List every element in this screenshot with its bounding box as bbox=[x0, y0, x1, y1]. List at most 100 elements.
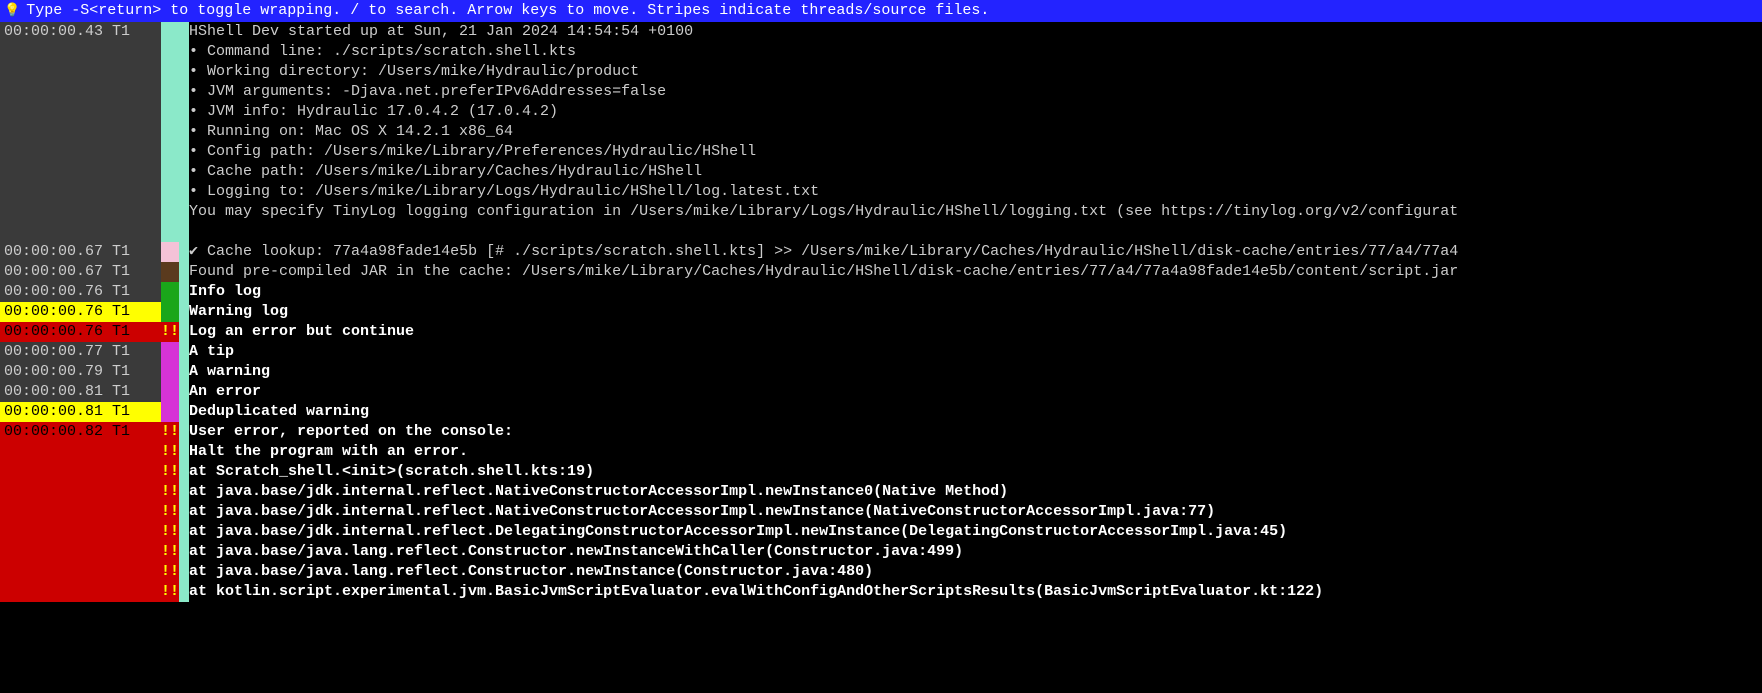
thread-stripe bbox=[179, 322, 189, 342]
log-row: !! at java.base/jdk.internal.reflect.Del… bbox=[0, 522, 1762, 542]
timestamp-cell bbox=[0, 102, 161, 122]
log-row: 00:00:00.79 T1 A warning bbox=[0, 362, 1762, 382]
thread-stripe bbox=[179, 22, 189, 42]
thread-stripe bbox=[179, 62, 189, 82]
thread-stripe bbox=[179, 462, 189, 482]
timestamp-cell: 00:00:00.76 T1 bbox=[0, 322, 161, 342]
thread-stripe bbox=[179, 362, 189, 382]
log-row: • JVM arguments: -Djava.net.preferIPv6Ad… bbox=[0, 82, 1762, 102]
log-message: Found pre-compiled JAR in the cache: /Us… bbox=[189, 262, 1458, 282]
log-row: • JVM info: Hydraulic 17.0.4.2 (17.0.4.2… bbox=[0, 102, 1762, 122]
level-marker: !! bbox=[161, 582, 179, 602]
level-marker bbox=[161, 402, 179, 422]
log-message: ✔ Cache lookup: 77a4a98fade14e5b [# ./sc… bbox=[189, 242, 1458, 262]
log-viewport[interactable]: 00:00:00.43 T1 HShell Dev started up at S… bbox=[0, 22, 1762, 602]
level-marker: !! bbox=[161, 522, 179, 542]
timestamp-cell: 00:00:00.82 T1 bbox=[0, 422, 161, 442]
timestamp-cell bbox=[0, 142, 161, 162]
level-marker: !! bbox=[161, 542, 179, 562]
log-message: A warning bbox=[189, 362, 270, 382]
log-message: Halt the program with an error. bbox=[189, 442, 468, 462]
log-message: • Logging to: /Users/mike/Library/Logs/H… bbox=[189, 182, 819, 202]
timestamp-cell: 00:00:00.67 T1 bbox=[0, 262, 161, 282]
level-marker bbox=[161, 282, 179, 302]
log-message: User error, reported on the console: bbox=[189, 422, 513, 442]
level-marker bbox=[161, 342, 179, 362]
log-message: HShell Dev started up at Sun, 21 Jan 202… bbox=[189, 22, 693, 42]
level-marker: !! bbox=[161, 482, 179, 502]
hint-text: Type -S<return> to toggle wrapping. / to… bbox=[26, 0, 989, 22]
thread-stripe bbox=[179, 482, 189, 502]
thread-stripe bbox=[179, 102, 189, 122]
log-row: 00:00:00.67 T1✔ Cache lookup: 77a4a98fad… bbox=[0, 242, 1762, 262]
timestamp-cell: 00:00:00.81 T1 bbox=[0, 402, 161, 422]
level-marker: !! bbox=[161, 422, 179, 442]
timestamp-cell bbox=[0, 42, 161, 62]
log-row: You may specify TinyLog logging configur… bbox=[0, 202, 1762, 222]
log-row: 00:00:00.82 T1!! User error, reported on … bbox=[0, 422, 1762, 442]
log-row: 00:00:00.81 T1 Deduplicated warning bbox=[0, 402, 1762, 422]
log-row: !! at java.base/jdk.internal.reflect.Nat… bbox=[0, 502, 1762, 522]
log-row: • Working directory: /Users/mike/Hydraul… bbox=[0, 62, 1762, 82]
level-marker: !! bbox=[161, 442, 179, 462]
log-message: at java.base/jdk.internal.reflect.Delega… bbox=[189, 522, 1287, 542]
timestamp-cell: 00:00:00.79 T1 bbox=[0, 362, 161, 382]
level-marker: !! bbox=[161, 562, 179, 582]
log-row: 00:00:00.67 T1 Found pre-compiled JAR in … bbox=[0, 262, 1762, 282]
thread-stripe bbox=[179, 222, 189, 242]
thread-stripe bbox=[179, 442, 189, 462]
timestamp-cell bbox=[0, 442, 161, 462]
log-row: • Running on: Mac OS X 14.2.1 x86_64 bbox=[0, 122, 1762, 142]
log-row: !! at java.base/java.lang.reflect.Constr… bbox=[0, 542, 1762, 562]
level-marker bbox=[161, 182, 179, 202]
log-row: !! at java.base/java.lang.reflect.Constr… bbox=[0, 562, 1762, 582]
timestamp-cell bbox=[0, 122, 161, 142]
log-message: A tip bbox=[189, 342, 234, 362]
timestamp-cell: 00:00:00.76 T1 bbox=[0, 302, 161, 322]
level-marker bbox=[161, 202, 179, 222]
log-row: 00:00:00.76 T1 Info log bbox=[0, 282, 1762, 302]
log-message: at java.base/jdk.internal.reflect.Native… bbox=[189, 502, 1215, 522]
log-message: • Command line: ./scripts/scratch.shell.… bbox=[189, 42, 576, 62]
log-message: • Cache path: /Users/mike/Library/Caches… bbox=[189, 162, 702, 182]
timestamp-cell bbox=[0, 542, 161, 562]
level-marker bbox=[161, 22, 179, 42]
thread-stripe bbox=[179, 42, 189, 62]
thread-stripe bbox=[179, 302, 189, 322]
level-marker bbox=[161, 222, 179, 242]
thread-stripe bbox=[179, 522, 189, 542]
level-marker bbox=[161, 162, 179, 182]
log-row: !! at java.base/jdk.internal.reflect.Nat… bbox=[0, 482, 1762, 502]
log-message: at kotlin.script.experimental.jvm.BasicJ… bbox=[189, 582, 1323, 602]
thread-stripe bbox=[179, 182, 189, 202]
log-message: at java.base/java.lang.reflect.Construct… bbox=[189, 562, 873, 582]
log-row: • Command line: ./scripts/scratch.shell.… bbox=[0, 42, 1762, 62]
log-message: Deduplicated warning bbox=[189, 402, 369, 422]
thread-stripe bbox=[179, 542, 189, 562]
timestamp-cell: 00:00:00.43 T1 bbox=[0, 22, 161, 42]
log-message: at Scratch_shell.<init>(scratch.shell.kt… bbox=[189, 462, 594, 482]
timestamp-cell: 00:00:00.76 T1 bbox=[0, 282, 161, 302]
timestamp-cell: 00:00:00.81 T1 bbox=[0, 382, 161, 402]
log-row: • Cache path: /Users/mike/Library/Caches… bbox=[0, 162, 1762, 182]
timestamp-cell bbox=[0, 162, 161, 182]
level-marker bbox=[161, 62, 179, 82]
thread-stripe bbox=[179, 262, 189, 282]
thread-stripe bbox=[179, 122, 189, 142]
thread-stripe bbox=[179, 82, 189, 102]
thread-stripe bbox=[179, 162, 189, 182]
log-message: Info log bbox=[189, 282, 261, 302]
thread-stripe bbox=[179, 382, 189, 402]
log-message: You may specify TinyLog logging configur… bbox=[189, 202, 1458, 222]
level-marker: !! bbox=[161, 462, 179, 482]
timestamp-cell bbox=[0, 222, 161, 242]
log-message: Log an error but continue bbox=[189, 322, 414, 342]
log-row: !! at kotlin.script.experimental.jvm.Bas… bbox=[0, 582, 1762, 602]
log-message: at java.base/java.lang.reflect.Construct… bbox=[189, 542, 963, 562]
level-marker bbox=[161, 262, 179, 282]
log-row: • Config path: /Users/mike/Library/Prefe… bbox=[0, 142, 1762, 162]
level-marker bbox=[161, 302, 179, 322]
log-row: • Logging to: /Users/mike/Library/Logs/H… bbox=[0, 182, 1762, 202]
log-row: !! at Scratch_shell.<init>(scratch.shell… bbox=[0, 462, 1762, 482]
thread-stripe bbox=[179, 402, 189, 422]
